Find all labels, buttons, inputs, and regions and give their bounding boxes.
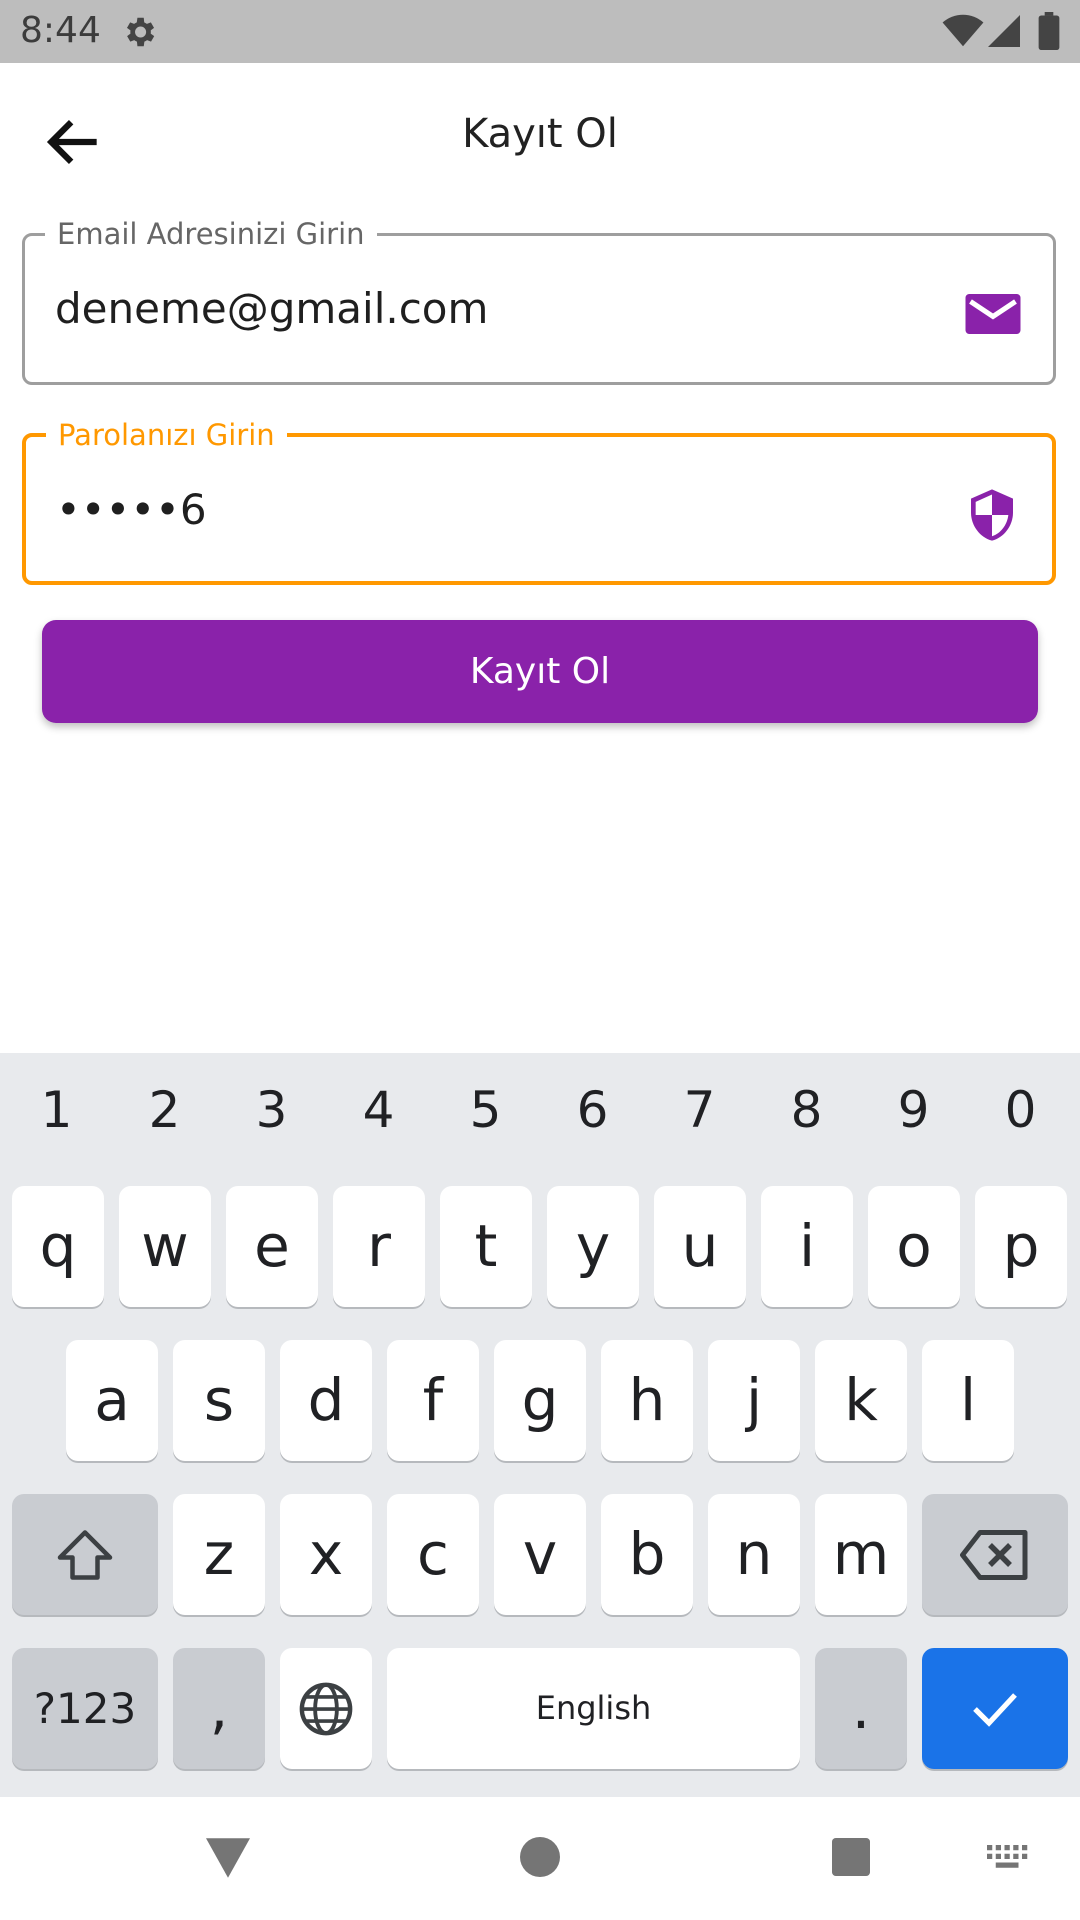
key-q[interactable]: q — [12, 1186, 104, 1307]
status-bar: 8:44 — [0, 0, 1080, 63]
key-m[interactable]: m — [815, 1494, 907, 1615]
globe-icon — [299, 1682, 353, 1735]
password-input[interactable]: •••••6 — [56, 485, 207, 534]
space-key[interactable]: English — [387, 1648, 800, 1769]
backspace-key[interactable] — [922, 1494, 1068, 1615]
key-k[interactable]: k — [815, 1340, 907, 1461]
key-b[interactable]: b — [601, 1494, 693, 1615]
key-j[interactable]: j — [708, 1340, 800, 1461]
key-z[interactable]: z — [173, 1494, 265, 1615]
soft-keyboard: 1 2 3 4 5 6 7 8 9 0 q w e r t y u i o p … — [0, 1053, 1080, 1797]
key-y[interactable]: y — [547, 1186, 639, 1307]
checkmark-icon — [973, 1692, 1017, 1727]
key-f[interactable]: f — [387, 1340, 479, 1461]
signal-icon — [988, 15, 1020, 47]
key-0[interactable]: 0 — [967, 1081, 1074, 1139]
email-field-label: Email Adresinizi Girin — [45, 214, 377, 254]
email-input[interactable]: deneme@gmail.com — [55, 284, 488, 333]
key-6[interactable]: 6 — [539, 1081, 646, 1139]
back-triangle-icon[interactable] — [206, 1837, 250, 1879]
wifi-icon — [942, 14, 984, 47]
key-a[interactable]: a — [66, 1340, 158, 1461]
done-key[interactable] — [922, 1648, 1068, 1769]
password-field[interactable]: Parolanızı Girin •••••6 — [22, 415, 1056, 585]
key-9[interactable]: 9 — [860, 1081, 967, 1139]
register-button[interactable]: Kayıt Ol — [42, 620, 1038, 723]
key-2[interactable]: 2 — [111, 1081, 218, 1139]
key-r[interactable]: r — [333, 1186, 425, 1307]
key-g[interactable]: g — [494, 1340, 586, 1461]
key-n[interactable]: n — [708, 1494, 800, 1615]
navigation-bar — [0, 1797, 1080, 1920]
envelope-icon — [965, 294, 1021, 334]
key-s[interactable]: s — [173, 1340, 265, 1461]
page-title: Kayıt Ol — [462, 111, 618, 157]
comma-key[interactable]: , — [173, 1648, 265, 1769]
key-v[interactable]: v — [494, 1494, 586, 1615]
recents-square-icon[interactable] — [832, 1838, 870, 1876]
key-i[interactable]: i — [761, 1186, 853, 1307]
symbols-key[interactable]: ?123 — [12, 1648, 158, 1769]
status-time: 8:44 — [20, 10, 101, 51]
key-w[interactable]: w — [119, 1186, 211, 1307]
number-row: 1 2 3 4 5 6 7 8 9 0 — [0, 1081, 1080, 1151]
key-o[interactable]: o — [868, 1186, 960, 1307]
shift-key[interactable] — [12, 1494, 158, 1615]
key-7[interactable]: 7 — [646, 1081, 753, 1139]
keyboard-switch-icon[interactable] — [987, 1844, 1029, 1874]
key-u[interactable]: u — [654, 1186, 746, 1307]
language-key[interactable] — [280, 1648, 372, 1769]
key-l[interactable]: l — [922, 1340, 1014, 1461]
period-key[interactable]: . — [815, 1648, 907, 1769]
key-p[interactable]: p — [975, 1186, 1067, 1307]
key-h[interactable]: h — [601, 1340, 693, 1461]
app-bar: Kayıt Ol — [0, 63, 1080, 211]
shift-icon — [57, 1529, 113, 1580]
password-field-label: Parolanızı Girin — [46, 415, 287, 455]
key-e[interactable]: e — [226, 1186, 318, 1307]
email-field[interactable]: Email Adresinizi Girin deneme@gmail.com — [22, 214, 1056, 385]
key-d[interactable]: d — [280, 1340, 372, 1461]
battery-icon — [1038, 12, 1060, 50]
shield-icon — [971, 489, 1013, 541]
key-8[interactable]: 8 — [753, 1081, 860, 1139]
key-c[interactable]: c — [387, 1494, 479, 1615]
home-circle-icon[interactable] — [520, 1837, 560, 1877]
key-3[interactable]: 3 — [218, 1081, 325, 1139]
key-t[interactable]: t — [440, 1186, 532, 1307]
key-1[interactable]: 1 — [3, 1081, 110, 1139]
key-x[interactable]: x — [280, 1494, 372, 1615]
key-4[interactable]: 4 — [325, 1081, 432, 1139]
backspace-icon — [960, 1529, 1028, 1580]
key-5[interactable]: 5 — [432, 1081, 539, 1139]
gear-icon — [126, 17, 155, 47]
